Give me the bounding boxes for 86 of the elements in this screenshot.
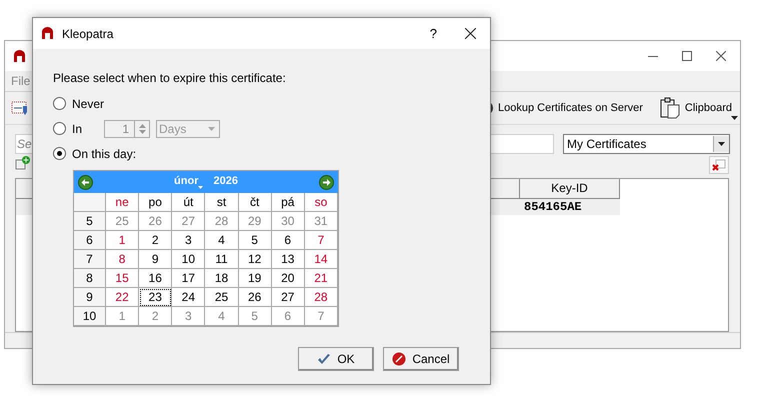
week-number: 9 [74, 288, 106, 307]
ok-button[interactable]: OK [298, 347, 374, 371]
remove-icon [712, 158, 726, 171]
weekday-header: čt [238, 193, 272, 212]
day-cell[interactable]: 23 [139, 288, 172, 307]
day-cell[interactable]: 22 [106, 288, 140, 307]
day-cell[interactable]: 20 [272, 269, 305, 288]
weekday-header: út [172, 193, 206, 212]
day-cell[interactable]: 28 [304, 288, 338, 307]
app-logo-icon [13, 50, 26, 62]
dropdown-arrow-icon [731, 116, 738, 120]
radio-label[interactable]: On this day: [72, 146, 136, 160]
remove-button[interactable] [709, 156, 729, 174]
dropdown-arrow-icon [718, 142, 725, 146]
day-cell[interactable]: 4 [205, 307, 239, 326]
day-cell[interactable]: 1 [106, 307, 140, 326]
day-cell[interactable]: 3 [172, 307, 206, 326]
day-cell[interactable]: 13 [272, 250, 305, 269]
day-cell[interactable]: 29 [238, 212, 272, 231]
week-number: 10 [74, 307, 106, 326]
day-cell[interactable]: 6 [272, 231, 305, 250]
day-cell[interactable]: 27 [272, 288, 305, 307]
weekday-header: ne [106, 193, 140, 212]
day-cell[interactable]: 7 [304, 307, 338, 326]
day-cell[interactable]: 25 [205, 288, 239, 307]
checkmark-icon [317, 354, 332, 364]
day-cell[interactable]: 5 [238, 307, 272, 326]
day-cell[interactable]: 14 [304, 250, 338, 269]
add-icon[interactable] [15, 156, 31, 170]
day-cell[interactable]: 4 [205, 231, 239, 250]
day-cell[interactable]: 15 [106, 269, 140, 288]
window-title: Kleopatra [62, 26, 114, 40]
day-cell[interactable]: 18 [205, 269, 239, 288]
day-cell[interactable]: 5 [238, 231, 272, 250]
weekday-header: pá [272, 193, 305, 212]
day-cell[interactable]: 21 [304, 269, 338, 288]
filter-dropdown[interactable]: My Certificates [563, 134, 730, 154]
close-icon[interactable] [716, 51, 726, 61]
cancel-button[interactable]: Cancel [383, 347, 459, 371]
day-cell[interactable]: 25 [106, 212, 140, 231]
week-number: 8 [74, 269, 106, 288]
radio-label[interactable]: Never [72, 96, 104, 110]
stop-icon [392, 352, 406, 366]
help-button[interactable]: ? [426, 26, 441, 41]
day-cell[interactable]: 11 [205, 250, 239, 269]
week-number: 6 [74, 231, 106, 250]
day-cell[interactable]: 24 [172, 288, 206, 307]
day-cell[interactable]: 17 [172, 269, 206, 288]
weekday-header: so [304, 193, 338, 212]
toolbar-button[interactable]: Clipboard [656, 96, 734, 119]
day-cell[interactable]: 7 [304, 231, 338, 250]
day-cell[interactable]: 26 [238, 288, 272, 307]
day-cell[interactable]: 2 [139, 231, 172, 250]
day-cell[interactable]: 6 [272, 307, 305, 326]
day-cell[interactable]: 16 [139, 269, 172, 288]
day-cell[interactable]: 27 [172, 212, 206, 231]
day-cell[interactable]: 2 [139, 307, 172, 326]
day-cell[interactable]: 26 [139, 212, 172, 231]
weekday-header: po [139, 193, 172, 212]
clipboard-icon [658, 96, 681, 119]
radio-button[interactable] [53, 147, 66, 160]
day-cell[interactable]: 12 [238, 250, 272, 269]
certificate-import-icon[interactable] [11, 98, 29, 117]
day-cell[interactable]: 8 [106, 250, 140, 269]
app-logo-icon [41, 27, 54, 40]
maximize-icon[interactable] [682, 51, 692, 61]
day-cell[interactable]: 28 [205, 212, 239, 231]
day-cell[interactable]: 3 [172, 231, 206, 250]
table-cell: 854165AE [520, 198, 620, 215]
day-cell[interactable]: 31 [304, 212, 338, 231]
day-cell[interactable]: 10 [172, 250, 206, 269]
previous-month-icon[interactable] [78, 174, 93, 190]
weekday-header: st [205, 193, 239, 212]
prompt-text: Please select when to expire this certificate: [53, 71, 287, 85]
day-cell[interactable]: 1 [106, 231, 140, 250]
column-header[interactable]: Key-ID [520, 178, 620, 199]
day-cell[interactable]: 9 [139, 250, 172, 269]
week-number: 5 [74, 212, 106, 231]
next-month-icon[interactable] [319, 174, 334, 190]
day-cell[interactable]: 19 [238, 269, 272, 288]
day-cell[interactable]: 30 [272, 212, 305, 231]
dropdown-arrow-icon [208, 126, 216, 130]
dropdown-arrow-icon [198, 186, 204, 189]
week-number: 7 [74, 250, 106, 269]
radio-button[interactable] [53, 97, 66, 110]
close-icon[interactable] [465, 28, 476, 39]
